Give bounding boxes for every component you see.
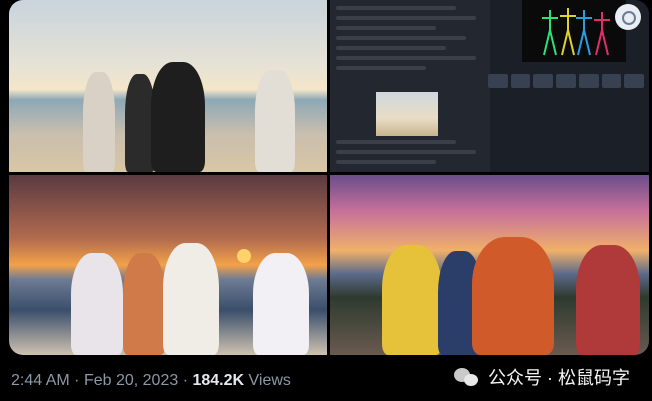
photo-anime-right[interactable] xyxy=(330,175,649,355)
lens-icon[interactable] xyxy=(615,4,641,30)
settings-panel xyxy=(330,0,490,172)
person-figure xyxy=(163,243,219,355)
post-time: 2:44 AM xyxy=(11,372,70,389)
wechat-icon xyxy=(454,366,480,388)
person-figure xyxy=(472,237,554,355)
post-date[interactable]: Feb 20, 2023 xyxy=(84,372,178,389)
post-meta: 2:44 AM · Feb 20, 2023 · 184.2K Views xyxy=(11,372,291,390)
separator: · xyxy=(182,372,189,389)
person-figure xyxy=(71,253,123,355)
photo-original[interactable] xyxy=(9,0,327,172)
person-figure xyxy=(382,245,442,355)
views-count: 184.2K xyxy=(192,372,245,389)
photo-anime-left[interactable] xyxy=(9,175,327,355)
person-figure xyxy=(123,253,165,355)
person-figure xyxy=(83,72,115,172)
watermark: 公众号 · 松鼠码字 xyxy=(454,364,630,390)
sun-shape xyxy=(237,249,251,263)
person-figure xyxy=(151,62,205,172)
media-grid xyxy=(9,0,649,355)
pose-preview xyxy=(522,0,626,62)
toolbar-buttons xyxy=(488,74,645,88)
person-figure xyxy=(253,253,309,355)
watermark-text: 公众号 · 松鼠码字 xyxy=(488,368,630,388)
separator: · xyxy=(74,372,80,389)
photo-ui-screenshot[interactable] xyxy=(330,0,649,172)
person-figure xyxy=(576,245,640,355)
views-label: Views xyxy=(248,372,291,389)
person-figure xyxy=(255,70,295,172)
input-thumbnail xyxy=(376,92,438,136)
